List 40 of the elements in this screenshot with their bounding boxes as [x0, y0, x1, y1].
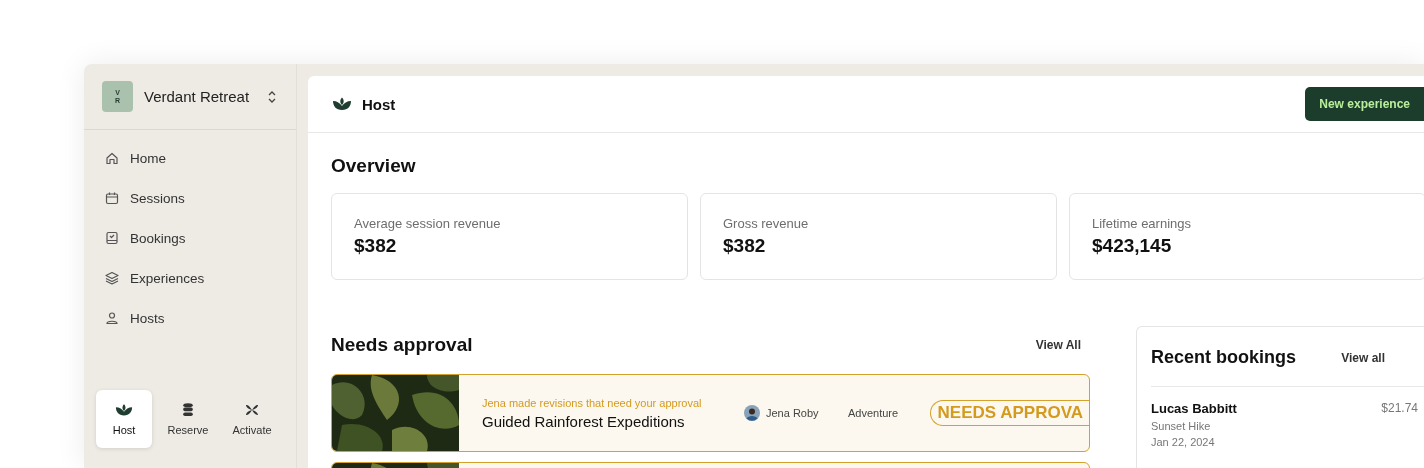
app-switcher-tab[interactable]: Reserve	[160, 390, 216, 448]
nav-item[interactable]: Home	[104, 146, 296, 170]
home-icon	[104, 150, 120, 166]
leaf-icon	[332, 96, 352, 112]
guest-name: Lucas Babbitt	[1151, 401, 1238, 416]
booking-amount: $21.74	[1381, 401, 1418, 416]
nav-item[interactable]: Bookings	[104, 226, 296, 250]
host-name: Jena Roby	[766, 407, 819, 419]
stat-value: $423,145	[1092, 235, 1173, 257]
booking-date: Jan 22, 2024	[1151, 436, 1216, 448]
nav-item[interactable]: Sessions	[104, 186, 296, 210]
stat-value: $382	[723, 235, 767, 257]
avatar	[744, 405, 760, 421]
nav-item[interactable]: Hosts	[104, 306, 296, 330]
nav-item[interactable]: Experiences	[104, 266, 296, 290]
approval-card[interactable]: Jena made revisions that need your approval Guided Rainforest Expeditions Jena Roby Adventure NEEDS APPROVA	[331, 374, 1090, 452]
card-title: Recent bookings	[1151, 347, 1297, 368]
view-all-link[interactable]: View All	[1035, 338, 1090, 352]
section-title: Overview	[331, 155, 417, 177]
stat-label: Gross revenue	[723, 216, 810, 231]
app-switcher-tab[interactable]: Host	[96, 390, 152, 448]
stat-value: $382	[354, 235, 398, 257]
calendar-icon	[104, 190, 120, 206]
stat-label: Lifetime earnings	[1092, 216, 1192, 231]
revision-note: Jena made revisions that need your approval	[482, 396, 703, 409]
category-label: Adventure	[848, 407, 900, 419]
petals-icon	[243, 402, 261, 418]
workspace-name[interactable]: Verdant Retreat	[144, 88, 250, 105]
experience-name: Sunset Hike	[1151, 420, 1212, 432]
experience-title: Guided Rainforest Expeditions	[482, 412, 686, 430]
page-title: Host	[362, 95, 396, 113]
user-icon	[104, 310, 120, 326]
new-experience-button[interactable]: New experience	[1305, 87, 1424, 121]
section-title: Needs approval	[331, 334, 473, 356]
view-all-link[interactable]: View all	[1341, 350, 1394, 365]
layers-icon	[104, 270, 120, 286]
stat-label: Average session revenue	[354, 216, 502, 231]
checklist-icon	[104, 230, 120, 246]
leaf-icon	[115, 402, 133, 418]
app-switcher-tab[interactable]: Activate	[224, 390, 280, 448]
